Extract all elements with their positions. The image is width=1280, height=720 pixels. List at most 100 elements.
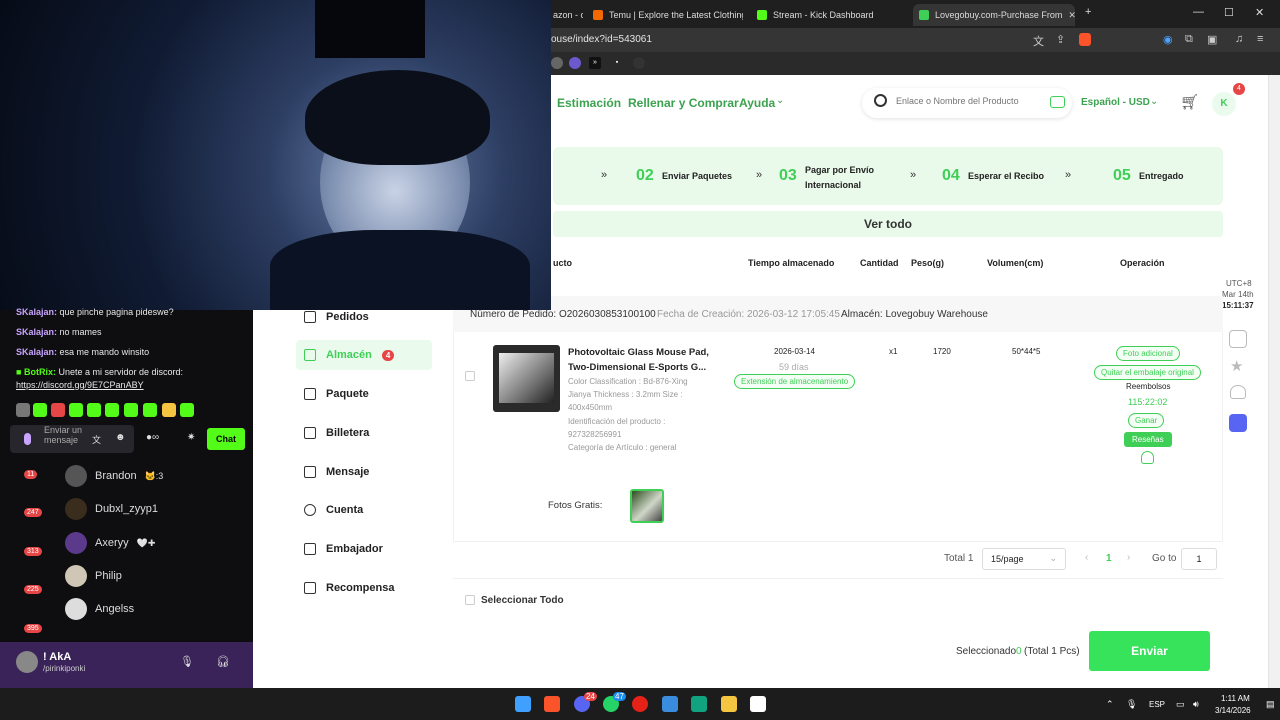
search-box[interactable] [862, 88, 1072, 118]
taskbar-time[interactable]: 1:11 AM [1221, 694, 1250, 703]
extra-photo-button[interactable]: Foto adicional [1116, 346, 1180, 361]
share-icon[interactable]: ⇪ [1056, 33, 1065, 46]
emote-icon[interactable] [105, 403, 119, 417]
volume-icon[interactable]: 🔊︎ [1193, 699, 1199, 710]
notes-icon[interactable] [662, 696, 678, 712]
nav-estimacion[interactable]: Estimación [557, 96, 621, 110]
maximize-icon[interactable]: ☐ [1224, 6, 1234, 19]
file-icon[interactable]: ▪ [611, 57, 623, 69]
emote-icon[interactable] [87, 403, 101, 417]
avatar[interactable]: K [1212, 92, 1236, 116]
tab-amazon[interactable]: azon - con [553, 4, 583, 26]
next-page-icon[interactable]: › [1127, 552, 1130, 563]
emote-icon[interactable] [124, 403, 138, 417]
audio-icon[interactable]: ◉ [1163, 33, 1173, 46]
sidebar-item-recompensa[interactable]: Recompensa [296, 573, 432, 603]
url-text[interactable]: ouse/index?id=543061 [551, 34, 652, 45]
nav-rellenar-comprar[interactable]: Rellenar y Comprar [628, 96, 739, 110]
app-icon[interactable] [750, 696, 766, 712]
notification-icon[interactable]: ▤ [1266, 699, 1275, 710]
youtube-icon[interactable] [632, 696, 648, 712]
url-bar[interactable]: ouse/index?id=543061 文 ⇪ ◉ ⧉ ▣ ♫ ≡ [551, 28, 1280, 52]
microphone-icon[interactable]: 🎙︎ [180, 655, 194, 668]
submit-button[interactable]: Enviar [1089, 631, 1210, 671]
storage-extension-button[interactable]: Extensión de almacenamiento [734, 374, 856, 389]
chat-link[interactable]: https://discord.gg/9E7CPanABY [16, 380, 144, 390]
select-all-label[interactable]: Seleccionar Todo [481, 595, 564, 606]
music-icon[interactable]: ♫ [1235, 33, 1243, 45]
ver-todo-button[interactable]: Ver todo [553, 211, 1223, 237]
sidebar-item-embajador[interactable]: Embajador [296, 534, 432, 564]
tab-kick[interactable]: Stream - Kick Dashboard [757, 4, 887, 26]
bookmark-icon[interactable] [551, 57, 563, 69]
reviews-button[interactable]: Reseñas [1124, 432, 1172, 447]
sidebar-item-mensaje[interactable]: Mensaje [296, 457, 432, 487]
tab-temu[interactable]: Temu | Explore the Latest Clothing, B [593, 4, 743, 26]
prev-page-icon[interactable]: ‹ [1085, 552, 1088, 563]
emote-icon[interactable] [16, 403, 30, 417]
star-icon[interactable]: ★ [1230, 357, 1243, 375]
sidebar-item-paquete[interactable]: Paquete [296, 379, 432, 409]
language-select[interactable]: Español - USD [1081, 97, 1150, 108]
product-title-line[interactable]: Photovoltaic Glass Mouse Pad, [568, 347, 709, 358]
network-icon[interactable]: ▭ [1176, 699, 1185, 710]
viewer-row[interactable]: Axeryy 🤍✚ [65, 532, 155, 554]
avatar[interactable] [16, 651, 38, 673]
emote-icon[interactable] [33, 403, 47, 417]
chat-username[interactable]: SKalajan: [16, 307, 57, 317]
translate-icon[interactable]: 文 [92, 433, 101, 446]
current-page[interactable]: 1 [1106, 553, 1112, 564]
search-input[interactable] [896, 96, 1046, 106]
viewer-row[interactable]: Dubxl_zyyp1 [65, 498, 158, 520]
wallet-icon[interactable]: ▣ [1207, 33, 1217, 46]
win-button[interactable]: Ganar [1128, 413, 1165, 428]
viewer-row[interactable]: Philip [65, 565, 122, 587]
sidebar-item-almacen[interactable]: Almacén 4 [296, 340, 432, 370]
bookmark-icon[interactable] [633, 57, 645, 69]
item-checkbox[interactable] [465, 371, 475, 381]
tab-lovegobuy[interactable]: Lovegobuy.com-Purchase From ✕ [913, 4, 1075, 26]
new-tab-icon[interactable]: + [1085, 6, 1091, 18]
minimize-icon[interactable]: — [1193, 6, 1204, 18]
goto-input[interactable]: 1 [1181, 548, 1217, 570]
emote-icon[interactable] [162, 403, 176, 417]
emote-icon[interactable] [69, 403, 83, 417]
cart-icon[interactable]: 🛒︎ [1180, 93, 1199, 111]
remove-packaging-button[interactable]: Quitar el embalaje original [1094, 365, 1201, 380]
extensions-icon[interactable]: ⧉ [1185, 33, 1193, 46]
microphone-icon[interactable]: 🎙︎ [1126, 699, 1137, 710]
menu-icon[interactable]: ≡ [1257, 33, 1263, 45]
language-indicator[interactable]: ESP [1149, 700, 1165, 709]
page-scrollbar[interactable] [1268, 75, 1280, 688]
microphone-icon[interactable] [24, 433, 31, 445]
camera-icon[interactable] [1050, 96, 1065, 108]
page-size-select[interactable]: 15/page ⌄ [982, 548, 1066, 570]
phone-icon[interactable] [1229, 330, 1247, 348]
emote-icon[interactable] [51, 403, 65, 417]
emoji-icon[interactable]: ☻ [115, 432, 126, 443]
nav-ayuda[interactable]: Ayuda [739, 96, 775, 110]
gear-icon[interactable]: ✷ [187, 432, 195, 443]
sidebar-item-billetera[interactable]: Billetera [296, 418, 432, 448]
bookmark-icon[interactable] [569, 57, 581, 69]
viewer-row[interactable]: Angelss [65, 598, 134, 620]
chatgpt-icon[interactable] [691, 696, 707, 712]
headset-icon[interactable] [1141, 451, 1154, 464]
product-title-line[interactable]: Two-Dimensional E-Sports G... [568, 362, 706, 373]
select-all-checkbox[interactable] [465, 595, 475, 605]
points-icon[interactable]: ●∞ [146, 432, 159, 443]
chat-username[interactable]: SKalajan: [16, 327, 57, 337]
chat-username[interactable]: SKalajan: [16, 347, 57, 357]
brave-shield-icon[interactable] [1079, 33, 1091, 46]
free-photo-thumbnail[interactable] [630, 489, 664, 523]
chat-send-button[interactable]: Chat [207, 428, 245, 450]
window-close-icon[interactable]: ✕ [1255, 6, 1264, 19]
folder-icon[interactable] [721, 696, 737, 712]
emote-icon[interactable] [143, 403, 157, 417]
product-image[interactable] [493, 345, 560, 412]
emote-icon[interactable] [180, 403, 194, 417]
translate-icon[interactable]: 文 [1033, 33, 1044, 49]
brave-icon[interactable] [544, 696, 560, 712]
start-icon[interactable] [515, 696, 531, 712]
headphones-icon[interactable]: 🎧︎ [216, 655, 230, 668]
